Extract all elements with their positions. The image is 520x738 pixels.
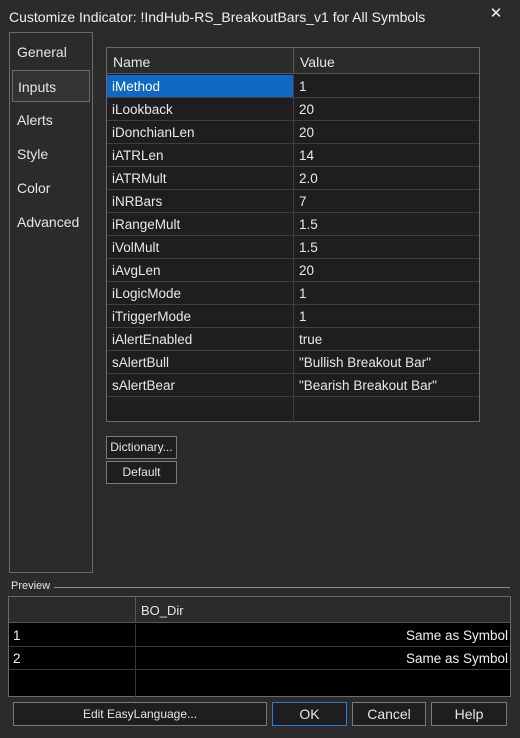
input-row[interactable]: sAlertBull "Bullish Breakout Bar" — [107, 351, 479, 374]
preview-column-header-index — [9, 597, 136, 623]
input-row[interactable]: iAvgLen 20 — [107, 259, 479, 282]
input-value[interactable]: true — [294, 328, 479, 350]
title-bar: Customize Indicator: !IndHub-RS_Breakout… — [0, 0, 520, 32]
inputs-grid: Name Value iMethod 1 iLookback 20 iDonch… — [106, 47, 480, 423]
input-row-empty[interactable] — [107, 397, 479, 423]
nav-item-alerts[interactable]: Alerts — [10, 104, 90, 136]
default-button[interactable]: Default — [106, 461, 177, 484]
input-name[interactable]: iTriggerMode — [107, 305, 294, 327]
input-value[interactable]: 7 — [294, 190, 479, 212]
nav-item-style[interactable]: Style — [10, 138, 90, 170]
preview-row-index: 1 — [9, 624, 136, 646]
input-row[interactable]: iTriggerMode 1 — [107, 305, 479, 328]
input-value[interactable]: 20 — [294, 259, 479, 281]
input-row[interactable]: iLookback 20 — [107, 98, 479, 121]
close-icon[interactable]: ✕ — [486, 4, 506, 24]
input-name[interactable]: iAvgLen — [107, 259, 294, 281]
window-title: Customize Indicator: !IndHub-RS_Breakout… — [9, 9, 426, 25]
input-row[interactable]: sAlertBear "Bearish Breakout Bar" — [107, 374, 479, 397]
preview-row-value[interactable]: Same as Symbol — [136, 624, 510, 646]
input-name[interactable]: iAlertEnabled — [107, 328, 294, 350]
preview-row-value[interactable]: Same as Symbol — [136, 647, 510, 669]
empty-cell — [136, 670, 510, 698]
ok-button[interactable]: OK — [272, 702, 347, 726]
input-value[interactable]: 14 — [294, 144, 479, 166]
input-name[interactable]: sAlertBear — [107, 374, 294, 396]
preview-header: BO_Dir — [9, 597, 510, 623]
input-name[interactable]: iATRLen — [107, 144, 294, 166]
column-header-name[interactable]: Name — [107, 48, 294, 74]
preview-column-header-bo-dir: BO_Dir — [141, 603, 184, 618]
input-value[interactable]: "Bullish Breakout Bar" — [294, 351, 479, 373]
input-row[interactable]: iMethod 1 — [107, 75, 479, 98]
input-name[interactable]: iRangeMult — [107, 213, 294, 235]
input-name[interactable]: iNRBars — [107, 190, 294, 212]
input-row[interactable]: iRangeMult 1.5 — [107, 213, 479, 236]
preview-divider — [52, 587, 510, 588]
input-name[interactable]: iDonchianLen — [107, 121, 294, 143]
input-row[interactable]: iNRBars 7 — [107, 190, 479, 213]
input-name[interactable]: iMethod — [107, 75, 294, 97]
input-value[interactable]: 1 — [294, 305, 479, 327]
cancel-button[interactable]: Cancel — [352, 702, 426, 726]
input-value[interactable]: 20 — [294, 121, 479, 143]
nav-item-advanced[interactable]: Advanced — [10, 206, 90, 238]
input-value[interactable]: 1 — [294, 282, 479, 304]
preview-row-empty — [9, 670, 510, 698]
nav-item-inputs[interactable]: Inputs — [12, 70, 90, 102]
input-value[interactable]: 1.5 — [294, 236, 479, 258]
empty-cell — [9, 670, 136, 698]
empty-cell[interactable] — [294, 397, 479, 423]
dictionary-button[interactable]: Dictionary... — [106, 436, 177, 459]
preview-grid: BO_Dir 1 Same as Symbol 2 Same as Symbol — [8, 596, 511, 698]
input-row[interactable]: iATRMult 2.0 — [107, 167, 479, 190]
preview-row[interactable]: 2 Same as Symbol — [9, 647, 510, 670]
preview-label: Preview — [11, 580, 55, 592]
input-name[interactable]: iLogicMode — [107, 282, 294, 304]
input-value[interactable]: "Bearish Breakout Bar" — [294, 374, 479, 396]
input-name[interactable]: iVolMult — [107, 236, 294, 258]
preview-row[interactable]: 1 Same as Symbol — [9, 624, 510, 647]
nav-item-general[interactable]: General — [10, 36, 90, 68]
input-row[interactable]: iATRLen 14 — [107, 144, 479, 167]
input-value[interactable]: 1.5 — [294, 213, 479, 235]
edit-easylanguage-button[interactable]: Edit EasyLanguage... — [13, 702, 267, 726]
category-nav: General Inputs Alerts Style Color Advanc… — [9, 32, 93, 573]
input-row[interactable]: iLogicMode 1 — [107, 282, 479, 305]
input-name[interactable]: sAlertBull — [107, 351, 294, 373]
help-button[interactable]: Help — [431, 702, 507, 726]
empty-cell[interactable] — [107, 397, 294, 423]
input-row[interactable]: iDonchianLen 20 — [107, 121, 479, 144]
input-name[interactable]: iLookback — [107, 98, 294, 120]
input-row[interactable]: iAlertEnabled true — [107, 328, 479, 351]
column-header-value[interactable]: Value — [294, 48, 479, 74]
input-value[interactable]: 20 — [294, 98, 479, 120]
grid-header: Name Value — [107, 48, 479, 74]
preview-row-index: 2 — [9, 647, 136, 669]
nav-item-color[interactable]: Color — [10, 172, 90, 204]
input-row[interactable]: iVolMult 1.5 — [107, 236, 479, 259]
input-name[interactable]: iATRMult — [107, 167, 294, 189]
input-value[interactable]: 1 — [294, 75, 479, 97]
input-value[interactable]: 2.0 — [294, 167, 479, 189]
